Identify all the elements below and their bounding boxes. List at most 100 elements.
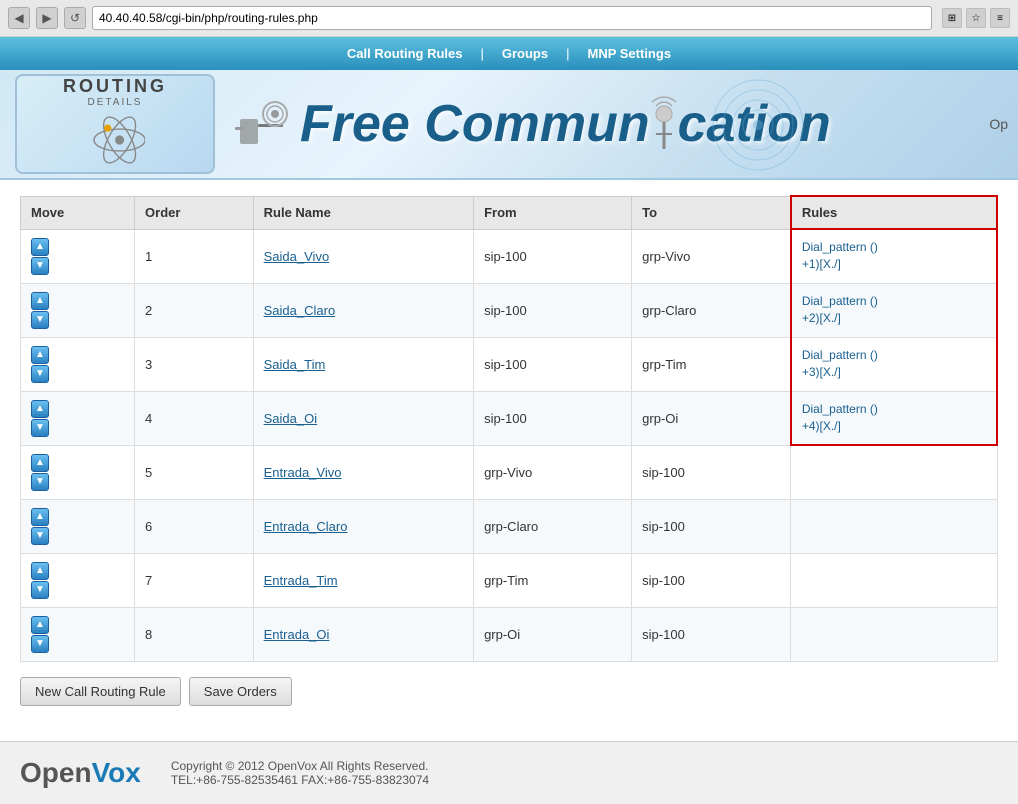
cell-rules-empty	[791, 607, 997, 661]
move-arrows: ▲ ▼	[31, 616, 124, 653]
rule-link[interactable]: Dial_pattern ()+4)[X./]	[802, 401, 986, 435]
browser-chrome: ◀ ▶ ↺ ⊞ ☆ ≡	[0, 0, 1018, 37]
cell-move: ▲ ▼	[21, 499, 135, 553]
new-call-routing-rule-button[interactable]: New Call Routing Rule	[20, 677, 181, 706]
col-header-to: To	[632, 196, 791, 229]
page-content: Call Routing Rules | Groups | MNP Settin…	[0, 37, 1018, 804]
arrow-up[interactable]: ▲	[31, 346, 49, 364]
forward-button[interactable]: ▶	[36, 7, 58, 29]
nav-mnp-settings[interactable]: MNP Settings	[570, 41, 690, 66]
table-row: ▲ ▼ 7 Entrada_Tim grp-Tim sip-100	[21, 553, 998, 607]
arrow-down[interactable]: ▼	[31, 311, 49, 329]
move-arrows: ▲ ▼	[31, 454, 124, 491]
cell-to: sip-100	[632, 553, 791, 607]
arrow-down[interactable]: ▼	[31, 635, 49, 653]
arrow-up[interactable]: ▲	[31, 508, 49, 526]
cell-rules: Dial_pattern ()+4)[X./]	[791, 391, 997, 445]
nav-call-routing-rules[interactable]: Call Routing Rules	[329, 41, 481, 66]
arrow-down[interactable]: ▼	[31, 527, 49, 545]
cell-to: grp-Vivo	[632, 229, 791, 283]
arrow-down[interactable]: ▼	[31, 257, 49, 275]
table-row: ▲ ▼ 2 Saida_Claro sip-100 grp-Claro Dial…	[21, 283, 998, 337]
cell-rule-name: Entrada_Claro	[253, 499, 473, 553]
main-content: Move Order Rule Name From To Rules ▲ ▼	[0, 180, 1018, 721]
cell-from: grp-Claro	[474, 499, 632, 553]
logo-open: Open	[20, 757, 92, 788]
col-header-order: Order	[135, 196, 254, 229]
cell-from: grp-Oi	[474, 607, 632, 661]
routing-badge-title: ROUTING	[63, 76, 167, 97]
footer-contact: TEL:+86-755-82535461 FAX:+86-755-8382307…	[171, 773, 429, 787]
cell-order: 4	[135, 391, 254, 445]
arrow-up[interactable]: ▲	[31, 292, 49, 310]
arrow-down[interactable]: ▼	[31, 473, 49, 491]
arrow-up[interactable]: ▲	[31, 454, 49, 472]
cell-from: sip-100	[474, 229, 632, 283]
cell-rule-name: Entrada_Vivo	[253, 445, 473, 499]
banner-right-text: Op	[989, 116, 1008, 132]
cell-rules-empty	[791, 553, 997, 607]
cell-order: 3	[135, 337, 254, 391]
arrow-up[interactable]: ▲	[31, 562, 49, 580]
satellite-icon	[230, 89, 290, 159]
table-row: ▲ ▼ 8 Entrada_Oi grp-Oi sip-100	[21, 607, 998, 661]
arrow-down[interactable]: ▼	[31, 365, 49, 383]
browser-icon-1[interactable]: ⊞	[942, 8, 962, 28]
col-header-move: Move	[21, 196, 135, 229]
arrow-up[interactable]: ▲	[31, 238, 49, 256]
cell-move: ▲ ▼	[21, 553, 135, 607]
back-button[interactable]: ◀	[8, 7, 30, 29]
cell-order: 1	[135, 229, 254, 283]
cell-to: grp-Claro	[632, 283, 791, 337]
move-arrows: ▲ ▼	[31, 508, 124, 545]
table-row: ▲ ▼ 4 Saida_Oi sip-100 grp-Oi Dial_patte…	[21, 391, 998, 445]
arrow-up[interactable]: ▲	[31, 400, 49, 418]
header-banner: ROUTING DETAILS Free Commun	[0, 70, 1018, 180]
rule-link[interactable]: Dial_pattern ()+2)[X./]	[802, 293, 986, 327]
cell-to: sip-100	[632, 499, 791, 553]
footer-text: Copyright © 2012 OpenVox All Rights Rese…	[171, 759, 429, 787]
arrow-up[interactable]: ▲	[31, 616, 49, 634]
browser-icon-3[interactable]: ≡	[990, 8, 1010, 28]
cell-move: ▲ ▼	[21, 229, 135, 283]
col-header-rules: Rules	[791, 196, 997, 229]
move-arrows: ▲ ▼	[31, 238, 124, 275]
browser-icon-2[interactable]: ☆	[966, 8, 986, 28]
cell-rule-name: Entrada_Oi	[253, 607, 473, 661]
cell-rules-empty	[791, 445, 997, 499]
refresh-button[interactable]: ↺	[64, 7, 86, 29]
nav-groups[interactable]: Groups	[484, 41, 566, 66]
move-arrows: ▲ ▼	[31, 562, 124, 599]
address-bar[interactable]	[92, 6, 932, 30]
rule-link[interactable]: Dial_pattern ()+3)[X./]	[802, 347, 986, 381]
cell-from: sip-100	[474, 391, 632, 445]
cell-rules: Dial_pattern ()+2)[X./]	[791, 283, 997, 337]
table-row: ▲ ▼ 6 Entrada_Claro grp-Claro sip-100	[21, 499, 998, 553]
cell-move: ▲ ▼	[21, 337, 135, 391]
cell-order: 6	[135, 499, 254, 553]
cell-move: ▲ ▼	[21, 445, 135, 499]
cell-from: grp-Tim	[474, 553, 632, 607]
cell-from: grp-Vivo	[474, 445, 632, 499]
routing-table: Move Order Rule Name From To Rules ▲ ▼	[20, 195, 998, 662]
top-nav: Call Routing Rules | Groups | MNP Settin…	[0, 37, 1018, 70]
cell-move: ▲ ▼	[21, 283, 135, 337]
save-orders-button[interactable]: Save Orders	[189, 677, 292, 706]
cell-rules: Dial_pattern ()+3)[X./]	[791, 337, 997, 391]
cell-order: 2	[135, 283, 254, 337]
footer-copyright: Copyright © 2012 OpenVox All Rights Rese…	[171, 759, 429, 773]
btn-area: New Call Routing Rule Save Orders	[20, 677, 998, 706]
arrow-down[interactable]: ▼	[31, 419, 49, 437]
cell-rule-name: Saida_Tim	[253, 337, 473, 391]
cell-rule-name: Entrada_Tim	[253, 553, 473, 607]
atom-icon	[85, 108, 145, 172]
col-header-from: From	[474, 196, 632, 229]
logo-vox: Vox	[92, 757, 141, 788]
cell-to: sip-100	[632, 607, 791, 661]
cell-move: ▲ ▼	[21, 391, 135, 445]
arrow-down[interactable]: ▼	[31, 581, 49, 599]
cell-from: sip-100	[474, 337, 632, 391]
routing-badge: ROUTING DETAILS	[15, 74, 215, 174]
rule-link[interactable]: Dial_pattern ()+1)[X./]	[802, 239, 986, 273]
table-row: ▲ ▼ 3 Saida_Tim sip-100 grp-Tim Dial_pat…	[21, 337, 998, 391]
